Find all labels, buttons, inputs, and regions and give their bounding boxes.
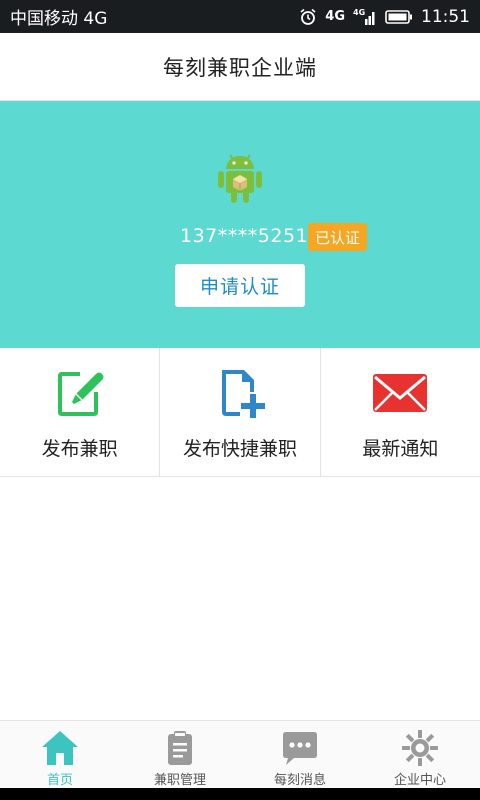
post-quick-job-button[interactable]: 发布快捷兼职 [160, 348, 321, 476]
chat-icon [283, 732, 317, 765]
gear-icon [402, 730, 438, 766]
status-icons: 4G 4G 11:51 [299, 7, 470, 27]
home-icon [42, 731, 78, 765]
latest-notices-button[interactable]: 最新通知 [321, 348, 480, 476]
latest-notices-label: 最新通知 [362, 438, 439, 460]
mail-icon [373, 374, 428, 412]
svg-text:4G: 4G [353, 8, 365, 17]
profile-header: 137****5251 已认证 申请认证 [0, 101, 480, 348]
edit-document-icon [57, 372, 104, 416]
battery-icon [385, 9, 413, 25]
avatar[interactable] [212, 147, 268, 207]
nav-label-company-center: 企业中心 [393, 773, 446, 788]
verified-badge: 已认证 [308, 223, 368, 251]
signal-icon: 4G [353, 7, 377, 27]
nav-item-company-center[interactable]: 企业中心 [360, 721, 480, 788]
nav-item-job-management[interactable]: 兼职管理 [120, 721, 240, 788]
add-document-icon [221, 370, 265, 418]
post-job-label: 发布兼职 [41, 438, 118, 460]
page-title: 每刻兼职企业端 [163, 55, 317, 80]
bottom-navigation: 首页 兼职管理 每刻消息 企业中心 [0, 720, 480, 788]
alarm-icon [299, 8, 317, 26]
android-robot-icon [218, 154, 262, 203]
nav-item-messages[interactable]: 每刻消息 [240, 721, 360, 788]
phone-number: 137****5251 [180, 225, 309, 247]
carrier-label: 中国移动 4G [10, 9, 108, 29]
nav-label-job-management: 兼职管理 [153, 773, 206, 788]
action-grid: 发布兼职 发布快捷兼职 最新通知 [0, 348, 480, 477]
status-bar: 中国移动 4G 4G 4G 11:51 [0, 0, 480, 33]
phone-row: 137****5251 已认证 [0, 223, 480, 253]
post-quick-job-label: 发布快捷兼职 [182, 438, 297, 460]
nav-label-messages: 每刻消息 [273, 773, 326, 788]
apply-verification-button[interactable]: 申请认证 [175, 264, 305, 307]
system-bar [0, 788, 480, 800]
nav-item-home[interactable]: 首页 [0, 721, 120, 788]
post-job-button[interactable]: 发布兼职 [0, 348, 161, 476]
network-type-label: 4G [325, 9, 345, 24]
title-bar: 每刻兼职企业端 [0, 33, 480, 101]
nav-label-home: 首页 [46, 773, 73, 788]
clock: 11:51 [421, 6, 470, 27]
clipboard-icon [168, 731, 192, 765]
